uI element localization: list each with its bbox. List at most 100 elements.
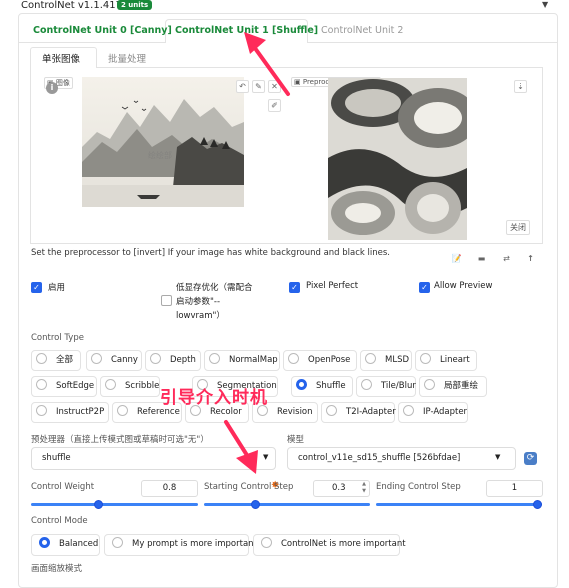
mode-controlnet-important[interactable]: ControlNet is more important <box>253 534 406 556</box>
control-weight-thumb[interactable] <box>94 500 103 509</box>
pixel-perfect-checkbox[interactable]: ✓ <box>289 282 300 293</box>
model-label: 模型 <box>287 435 305 445</box>
mode-balanced[interactable]: Balanced <box>31 534 100 556</box>
control-type-instructp2p-label: InstructP2P <box>56 407 105 417</box>
draw-icon[interactable]: ✐ <box>268 99 281 112</box>
starting-step-label: Starting Control Step <box>204 482 294 492</box>
control-type-openpose-label: OpenPose <box>308 355 351 365</box>
starting-step-thumb[interactable] <box>251 500 260 509</box>
control-type-t2i-adapter[interactable]: T2I-Adapter <box>321 402 396 423</box>
resize-mode-label: 画面缩放模式 <box>31 564 83 574</box>
control-weight-input[interactable]: 0.8 <box>141 480 198 497</box>
allow-preview-checkbox[interactable]: ✓ <box>419 282 430 293</box>
control-type-mlsd[interactable]: MLSD <box>360 350 412 371</box>
preprocessor-label: 预处理器（直接上传模式图或草稿时可选"无"） <box>31 435 209 445</box>
control-type-normalmap[interactable]: NormalMap <box>204 350 280 371</box>
close-preview-button[interactable]: 关闭 <box>506 220 530 235</box>
boat <box>137 195 160 199</box>
control-type-inpaint[interactable]: 局部重绘 <box>419 376 487 397</box>
control-type-label: Control Type <box>31 333 84 343</box>
ending-step-input[interactable]: 1 <box>486 480 543 497</box>
tab-unit-0[interactable]: ControlNet Unit 0 [Canny] <box>33 25 172 36</box>
control-type-depth-label: Depth <box>170 355 196 365</box>
watermark-text: 绘绘部 <box>148 151 172 160</box>
starting-step-value: 0.3 <box>332 483 346 493</box>
ending-step-slider[interactable] <box>376 499 542 510</box>
model-select[interactable]: control_v11e_sd15_shuffle [526bfdae] ▼ <box>287 447 516 470</box>
arrow-to-tab-icon <box>244 32 290 96</box>
download-icon[interactable]: ⇣ <box>514 80 527 93</box>
info-icon[interactable]: i <box>46 82 58 94</box>
control-type-inpaint-label: 局部重绘 <box>444 381 479 391</box>
control-type-canny-label: Canny <box>111 355 138 365</box>
water <box>82 185 244 207</box>
enable-label: 启用 <box>48 283 66 293</box>
refresh-models-icon[interactable]: ⟳ <box>524 452 537 465</box>
low-vram-label-3: lowvram"） <box>176 311 225 321</box>
control-mode-label: Control Mode <box>31 516 88 526</box>
preprocessor-value: shuffle <box>42 453 71 463</box>
control-type-scribble-label: Scribble <box>125 381 160 391</box>
tab-single-image[interactable]: 单张图像 <box>42 51 80 65</box>
unit-count-badge: 2 units <box>117 0 153 10</box>
invert-hint: Set the preprocessor to [invert] If your… <box>31 248 390 258</box>
pixel-perfect-label: Pixel Perfect <box>306 281 359 291</box>
ending-step-track <box>376 503 542 506</box>
allow-preview-label: Allow Preview <box>434 281 493 291</box>
control-type-softedge-label: SoftEdge <box>56 381 95 391</box>
control-type-recolor-label: Recolor <box>210 407 242 417</box>
control-type-reference-label: Reference <box>137 407 180 417</box>
starting-step-slider[interactable] <box>204 499 370 510</box>
header-title: ControlNet v1.1.417 <box>21 0 122 11</box>
control-weight-label: Control Weight <box>31 482 95 492</box>
control-type-shuffle[interactable]: Shuffle <box>291 376 353 397</box>
starting-step-track <box>204 503 370 506</box>
control-type-lineart[interactable]: Lineart <box>415 350 477 371</box>
control-type-all-label: 全部 <box>56 355 74 365</box>
control-weight-slider[interactable] <box>31 499 198 510</box>
control-type-lineart-label: Lineart <box>440 355 470 365</box>
mode-balanced-label: Balanced <box>59 539 99 549</box>
starting-step-input[interactable]: 0.3 ▲ ▼ <box>313 480 370 497</box>
mode-prompt-important-label: My prompt is more important <box>132 539 257 549</box>
control-type-canny[interactable]: Canny <box>86 350 142 371</box>
control-type-openpose[interactable]: OpenPose <box>283 350 357 371</box>
control-type-normalmap-label: NormalMap <box>229 355 278 365</box>
mode-controlnet-important-label: ControlNet is more important <box>281 539 406 549</box>
preview-image <box>328 78 467 240</box>
control-type-depth[interactable]: Depth <box>145 350 201 371</box>
control-type-instructp2p[interactable]: InstructP2P <box>31 402 109 423</box>
swap-icon[interactable]: ⇄ <box>500 253 513 266</box>
camera-icon[interactable]: ▬ <box>475 253 488 266</box>
chevron-down-icon: ▼ <box>263 453 269 461</box>
low-vram-label-2: 启动参数"-- <box>176 297 221 307</box>
low-vram-label-1: 低显存优化（需配合 <box>176 283 253 293</box>
mode-prompt-important[interactable]: My prompt is more important <box>104 534 257 556</box>
notepad-icon[interactable]: 📝 <box>450 253 463 266</box>
control-type-tile-blur[interactable]: Tile/Blur <box>356 376 416 397</box>
low-vram-checkbox[interactable] <box>161 295 172 306</box>
chevron-down-icon: ▼ <box>495 453 501 461</box>
stepper-icon[interactable]: ▲ ▼ <box>362 481 366 495</box>
enable-checkbox[interactable]: ✓ <box>31 282 42 293</box>
ending-step-thumb[interactable] <box>533 500 542 509</box>
control-type-softedge[interactable]: SoftEdge <box>31 376 97 397</box>
ending-step-label: Ending Control Step <box>376 482 461 492</box>
control-type-mlsd-label: MLSD <box>385 355 410 365</box>
input-image-label-text: 图像 <box>55 79 70 87</box>
tab-unit-2[interactable]: ControlNet Unit 2 <box>321 25 403 36</box>
annotation-text: 引导介入时机 <box>160 388 268 408</box>
model-value: control_v11e_sd15_shuffle [526bfdae] <box>298 453 461 463</box>
tab-batch[interactable]: 批量处理 <box>108 51 146 65</box>
control-type-ip-adapter[interactable]: IP-Adapter <box>398 402 468 423</box>
control-type-tile-blur-label: Tile/Blur <box>381 381 416 391</box>
collapse-icon[interactable]: ▼ <box>542 0 548 9</box>
control-type-all[interactable]: 全部 <box>31 350 81 371</box>
control-weight-track <box>31 503 198 506</box>
control-type-revision-label: Revision <box>277 407 313 417</box>
control-type-scribble[interactable]: Scribble <box>100 376 160 397</box>
control-type-ip-adapter-label: IP-Adapter <box>423 407 468 417</box>
input-image <box>82 77 244 207</box>
control-type-shuffle-label: Shuffle <box>316 381 346 391</box>
upload-icon[interactable]: ↑ <box>524 253 537 266</box>
